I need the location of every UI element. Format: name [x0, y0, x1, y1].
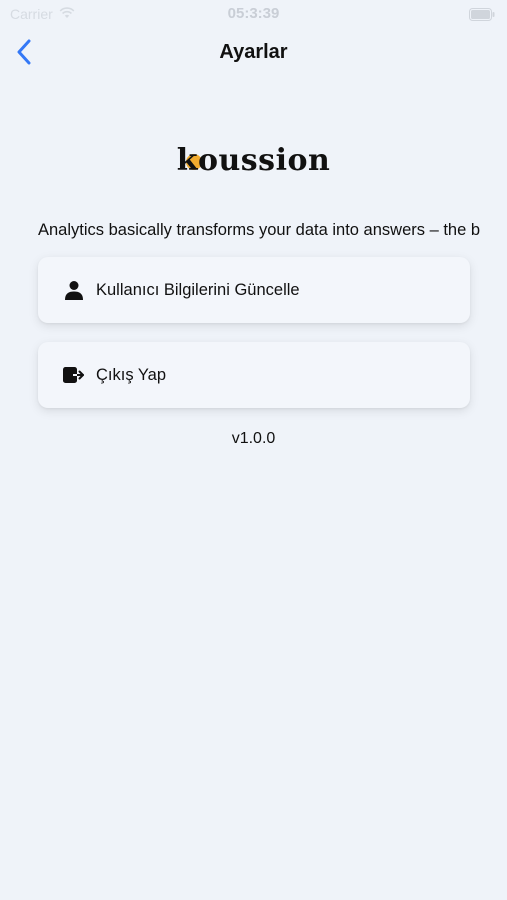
battery-icon [469, 8, 495, 26]
logout-icon [62, 363, 86, 387]
description-text: Analytics basically transforms your data… [38, 221, 481, 239]
app-version: v1.0.0 [231, 430, 276, 447]
update-user-info-button[interactable]: Kullanıcı Bilgilerini Güncelle [38, 257, 470, 323]
status-bar: Carrier 05:3:39 [0, 0, 507, 28]
status-time: 05:3:39 [227, 5, 280, 22]
logout-label: Çıkış Yap [96, 365, 167, 384]
logout-button[interactable]: Çıkış Yap [38, 342, 470, 408]
person-icon [62, 278, 86, 302]
logo-text: koussion [176, 142, 331, 178]
app-logo: koussion [0, 140, 507, 180]
navigation-bar: Ayarlar [0, 28, 507, 76]
logo-wordmark: koussion [177, 143, 331, 178]
page-title: Ayarlar [219, 41, 288, 63]
update-user-info-label: Kullanıcı Bilgilerini Güncelle [96, 280, 300, 299]
